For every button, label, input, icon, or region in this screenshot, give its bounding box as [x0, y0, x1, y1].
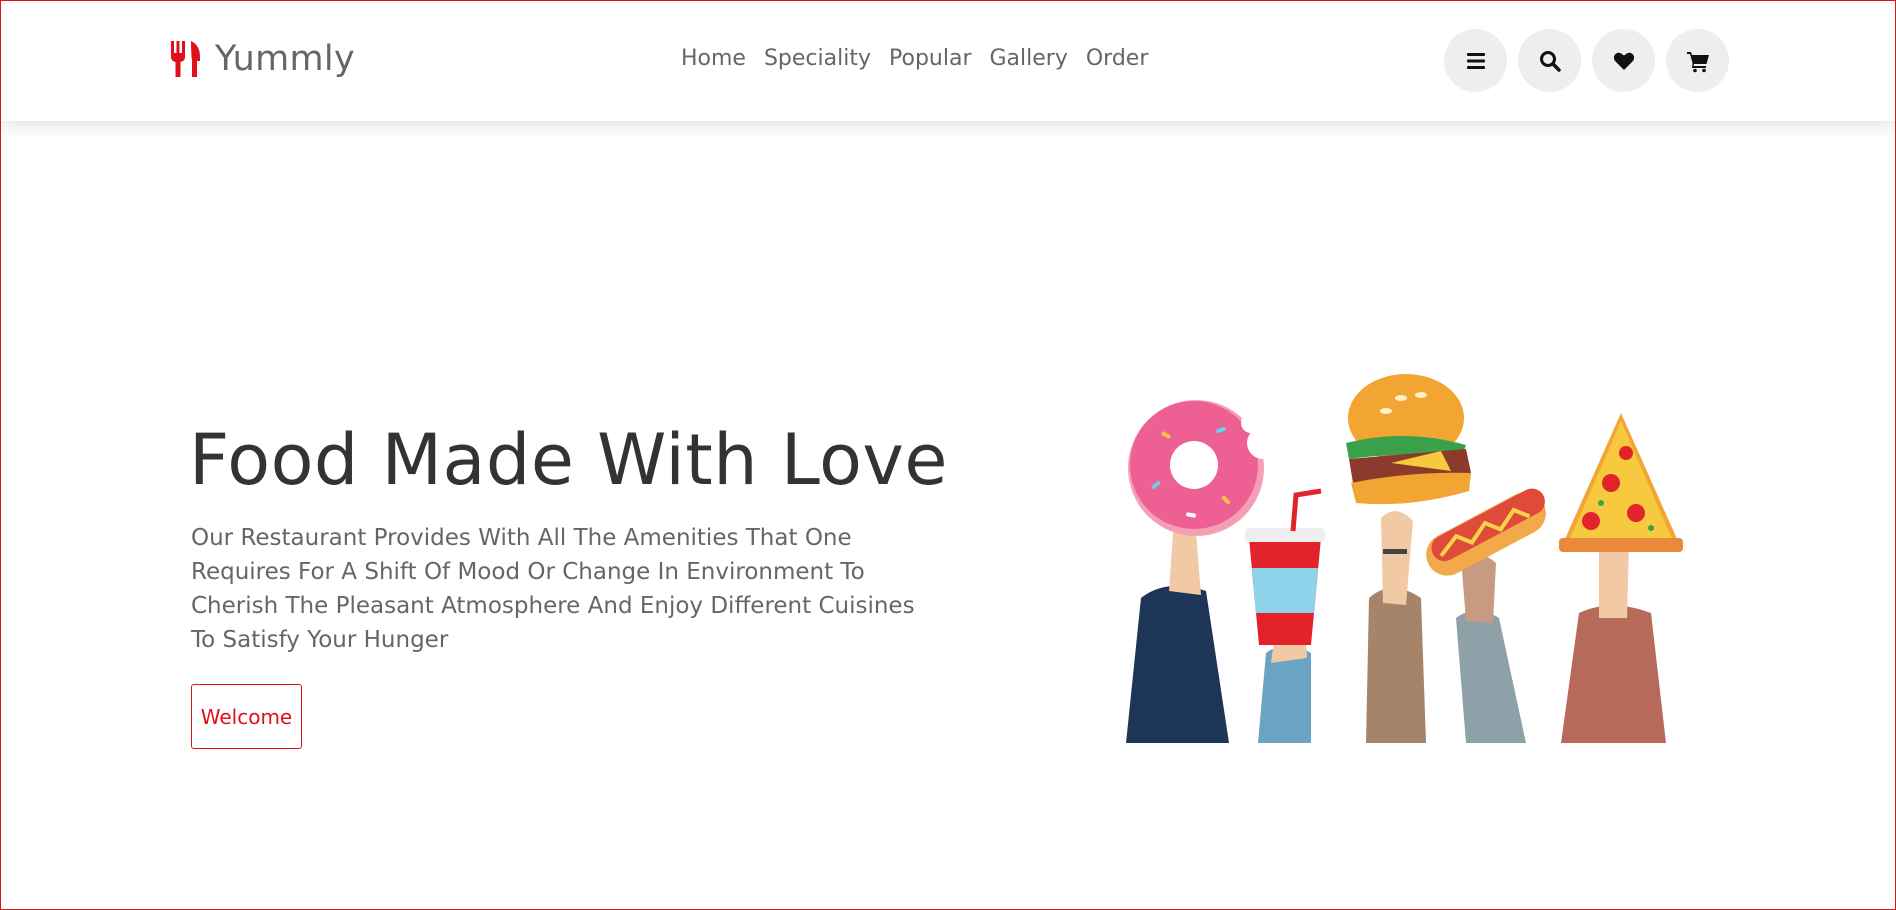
- menu-bars-icon: [1466, 52, 1485, 69]
- pizza-arm: [1559, 413, 1683, 743]
- logo-text: Yummly: [215, 39, 355, 79]
- nav-link-popular[interactable]: Popular: [889, 46, 972, 71]
- page-frame: Yummly Home Speciality Popular Gallery O…: [0, 0, 1896, 910]
- logo[interactable]: Yummly: [169, 39, 355, 79]
- cart-icon: [1686, 51, 1709, 72]
- cart-button[interactable]: [1666, 29, 1729, 92]
- soda-arm: [1245, 488, 1325, 743]
- nav-link-order[interactable]: Order: [1086, 46, 1149, 71]
- hero-description: Our Restaurant Provides With All The Ame…: [191, 525, 915, 653]
- hero-title: Food Made With Love: [189, 419, 948, 501]
- nav-link-gallery[interactable]: Gallery: [990, 46, 1068, 71]
- search-icon: [1539, 50, 1561, 72]
- hotdog-arm: [1426, 488, 1546, 743]
- wishlist-button[interactable]: [1592, 29, 1655, 92]
- nav-link-home[interactable]: Home: [681, 46, 746, 71]
- site-header: Yummly Home Speciality Popular Gallery O…: [1, 1, 1895, 121]
- welcome-button[interactable]: Welcome: [191, 684, 302, 749]
- search-button[interactable]: [1518, 29, 1581, 92]
- menu-button[interactable]: [1444, 29, 1507, 92]
- nav-link-speciality[interactable]: Speciality: [764, 46, 871, 71]
- main-nav: Home Speciality Popular Gallery Order: [681, 46, 1148, 71]
- hero-illustration: [1126, 374, 1683, 743]
- header-icons: [1444, 29, 1729, 92]
- utensils-icon: [171, 41, 200, 77]
- heart-icon: [1613, 52, 1634, 70]
